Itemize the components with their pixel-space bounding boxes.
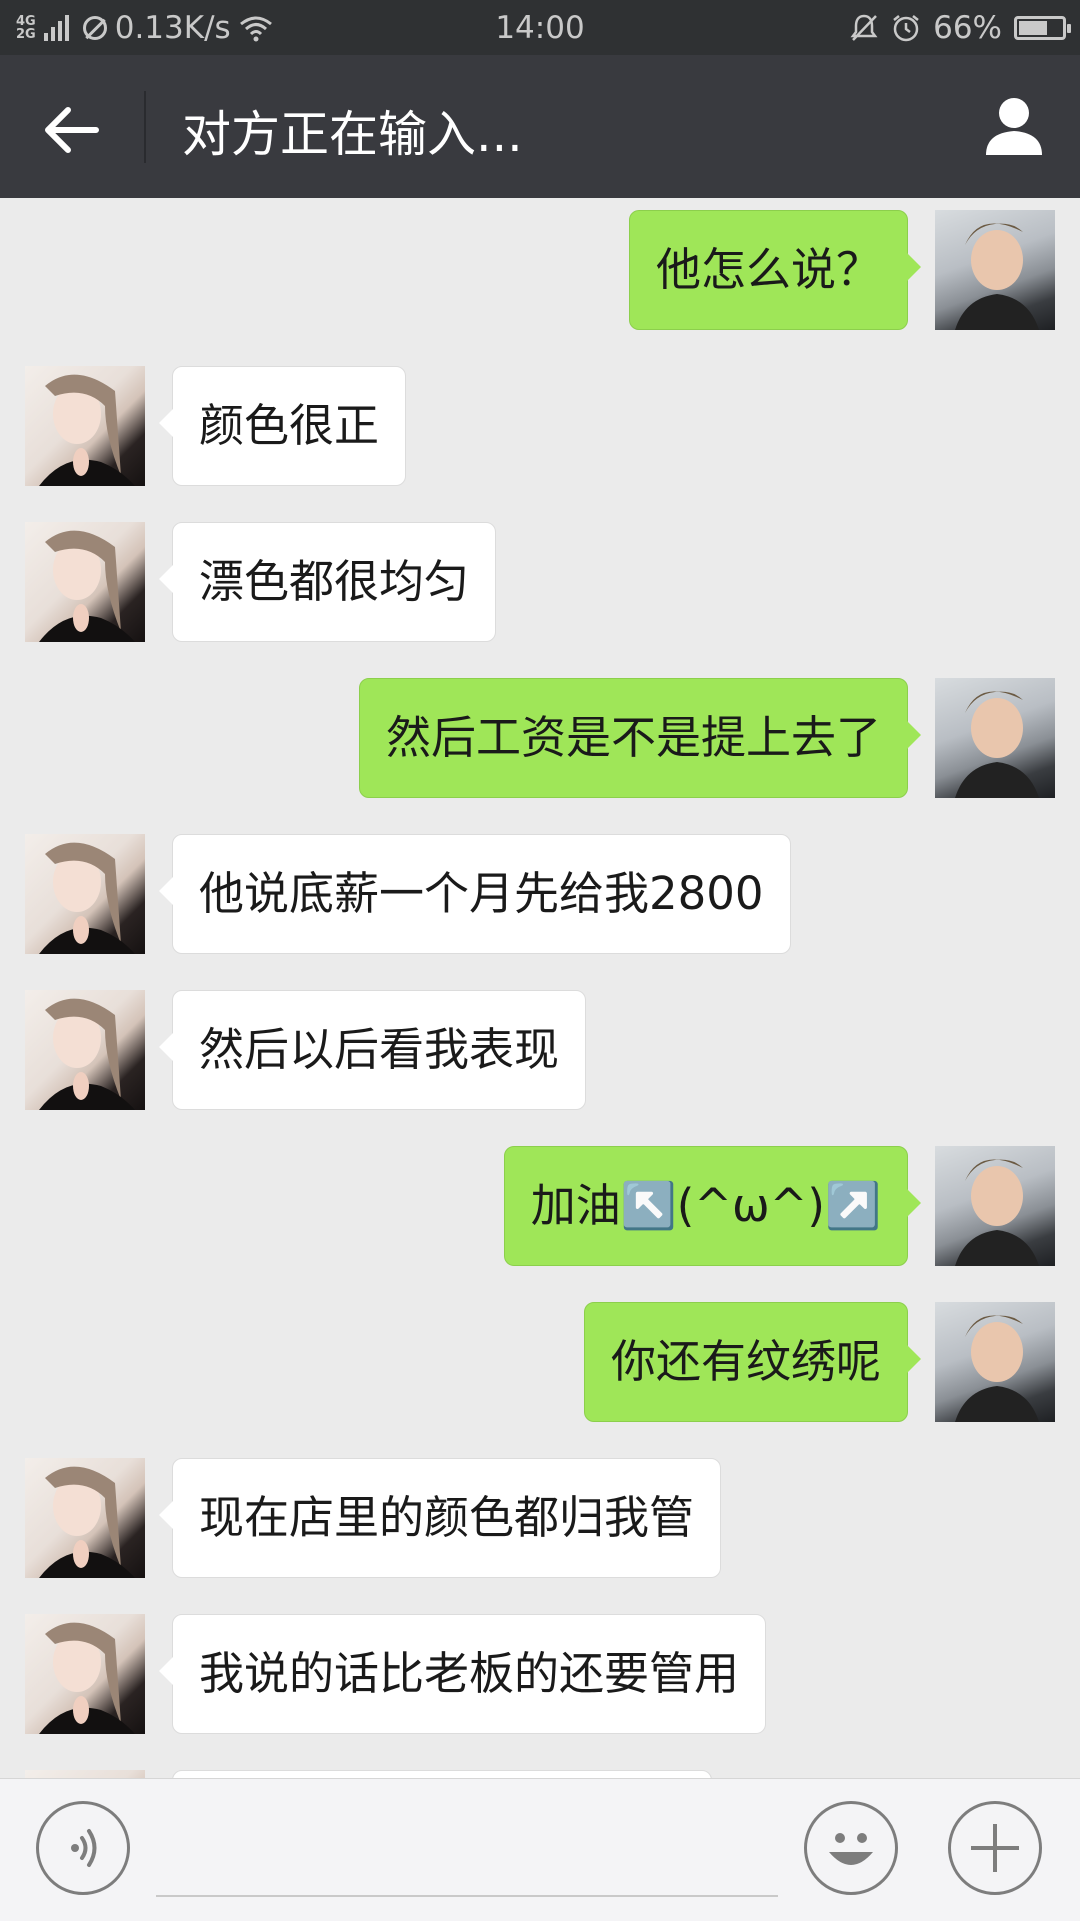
message-outgoing: 他怎么说？ bbox=[0, 210, 1080, 330]
avatar-contact[interactable] bbox=[25, 1614, 145, 1734]
silent-bell-icon bbox=[850, 14, 878, 41]
chat-title: 对方正在输入... bbox=[182, 106, 523, 163]
avatar-contact[interactable] bbox=[25, 990, 145, 1110]
contact-info-button[interactable] bbox=[978, 91, 1050, 163]
status-right: 66% bbox=[849, 8, 1071, 48]
message-incoming: 我说的话比老板的还要管用 bbox=[0, 1614, 1080, 1734]
message-incoming: 他说底薪一个月先给我2800 bbox=[0, 834, 1080, 954]
message-bubble[interactable]: 漂色都很均匀 bbox=[158, 522, 497, 642]
avatar-contact[interactable] bbox=[25, 1770, 145, 1778]
voice-icon bbox=[71, 1829, 97, 1867]
person-icon bbox=[986, 98, 1042, 155]
header-divider bbox=[144, 91, 146, 163]
avatar-contact[interactable] bbox=[25, 522, 145, 642]
input-bar bbox=[0, 1778, 1080, 1921]
message-bubble[interactable]: 他说底薪一个月先给我2800 bbox=[159, 834, 791, 954]
message-bubble[interactable]: 颜色很正 bbox=[158, 366, 407, 486]
back-button[interactable] bbox=[38, 95, 108, 165]
avatar-contact[interactable] bbox=[25, 834, 145, 954]
avatar-contact[interactable] bbox=[25, 1458, 145, 1578]
avatar-self[interactable] bbox=[935, 210, 1055, 330]
message-incoming: 然后以后看我表现 bbox=[0, 990, 1080, 1110]
message-bubble[interactable] bbox=[172, 1770, 712, 1778]
message-incoming: 漂色都很均匀 bbox=[0, 522, 1080, 642]
arrow-left-icon bbox=[45, 107, 99, 153]
battery-icon bbox=[1014, 16, 1071, 40]
message-incoming: 颜色很正 bbox=[0, 366, 1080, 486]
message-outgoing: 你还有纹绣呢 bbox=[0, 1302, 1080, 1422]
message-outgoing: 然后工资是不是提上去了 bbox=[0, 678, 1080, 798]
avatar-self[interactable] bbox=[935, 678, 1055, 798]
more-button[interactable] bbox=[948, 1801, 1042, 1895]
avatar-self[interactable] bbox=[935, 1146, 1055, 1266]
smiley-icon bbox=[829, 1833, 873, 1865]
avatar-self[interactable] bbox=[935, 1302, 1055, 1422]
message-incoming-partial bbox=[0, 1770, 1080, 1778]
plus-icon bbox=[971, 1824, 1019, 1872]
message-incoming: 现在店里的颜色都归我管 bbox=[0, 1458, 1080, 1578]
message-bubble[interactable]: 现在店里的颜色都归我管 bbox=[158, 1458, 722, 1578]
status-bar: 4G 2G 0.13K/s 14:00 66% bbox=[0, 0, 1080, 55]
message-bubble[interactable]: 加油↖️(^ω^)↗️ bbox=[503, 1146, 922, 1266]
message-input[interactable] bbox=[156, 1895, 778, 1897]
message-bubble[interactable]: 然后工资是不是提上去了 bbox=[358, 678, 922, 798]
alarm-icon bbox=[893, 15, 919, 42]
chat-header: 对方正在输入... bbox=[0, 55, 1080, 198]
battery-percent: 66% bbox=[933, 10, 1002, 46]
avatar-contact[interactable] bbox=[25, 366, 145, 486]
message-outgoing: 加油↖️(^ω^)↗️ bbox=[0, 1146, 1080, 1266]
message-list[interactable]: 他怎么说？ 颜色很正 漂色都很均匀 然后工资是不是提上去了 他说底薪一个月先给我… bbox=[0, 198, 1080, 1778]
message-bubble[interactable]: 然后以后看我表现 bbox=[158, 990, 587, 1110]
emoji-button[interactable] bbox=[804, 1801, 898, 1895]
message-bubble[interactable]: 他怎么说？ bbox=[628, 210, 922, 330]
voice-button[interactable] bbox=[36, 1801, 130, 1895]
message-bubble[interactable]: 你还有纹绣呢 bbox=[583, 1302, 922, 1422]
battery-level bbox=[1019, 21, 1047, 35]
message-bubble[interactable]: 我说的话比老板的还要管用 bbox=[158, 1614, 767, 1734]
